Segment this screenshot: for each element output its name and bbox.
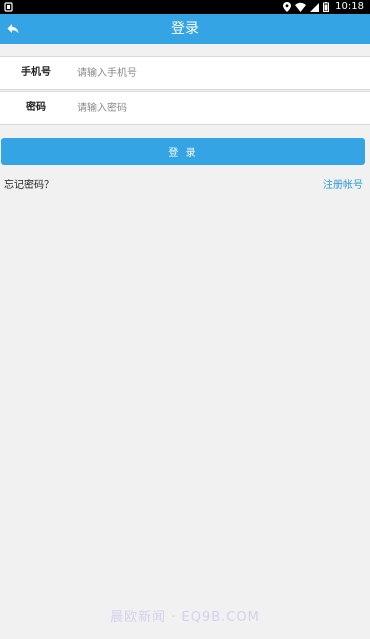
battery-icon xyxy=(323,2,330,12)
forgot-password-link[interactable]: 忘记密码？ xyxy=(4,176,54,191)
register-link[interactable]: 注册帐号 xyxy=(323,176,363,191)
password-label: 密码 xyxy=(26,102,46,113)
notification-icon xyxy=(4,2,13,12)
watermark: 晨欧新闻 · EQ9B.COM xyxy=(110,610,260,625)
phone-input[interactable] xyxy=(77,61,357,85)
status-bar-left xyxy=(4,0,13,14)
back-arrow-icon xyxy=(7,20,19,39)
status-bar-right: 10:18 xyxy=(283,0,364,14)
wifi-icon xyxy=(295,2,307,12)
location-icon xyxy=(283,2,292,12)
phone-label: 手机号 xyxy=(21,67,51,78)
back-button[interactable] xyxy=(0,14,26,44)
signal-icon xyxy=(310,2,320,12)
login-button[interactable]: 登 录 xyxy=(1,138,365,165)
password-input[interactable] xyxy=(77,96,357,120)
status-time: 10:18 xyxy=(335,1,364,12)
app-header: 登录 xyxy=(0,14,370,44)
status-bar: 10:18 xyxy=(0,0,370,14)
phone-row: 手机号 xyxy=(0,56,370,90)
password-row: 密码 xyxy=(0,91,370,125)
page-title: 登录 xyxy=(171,21,199,37)
